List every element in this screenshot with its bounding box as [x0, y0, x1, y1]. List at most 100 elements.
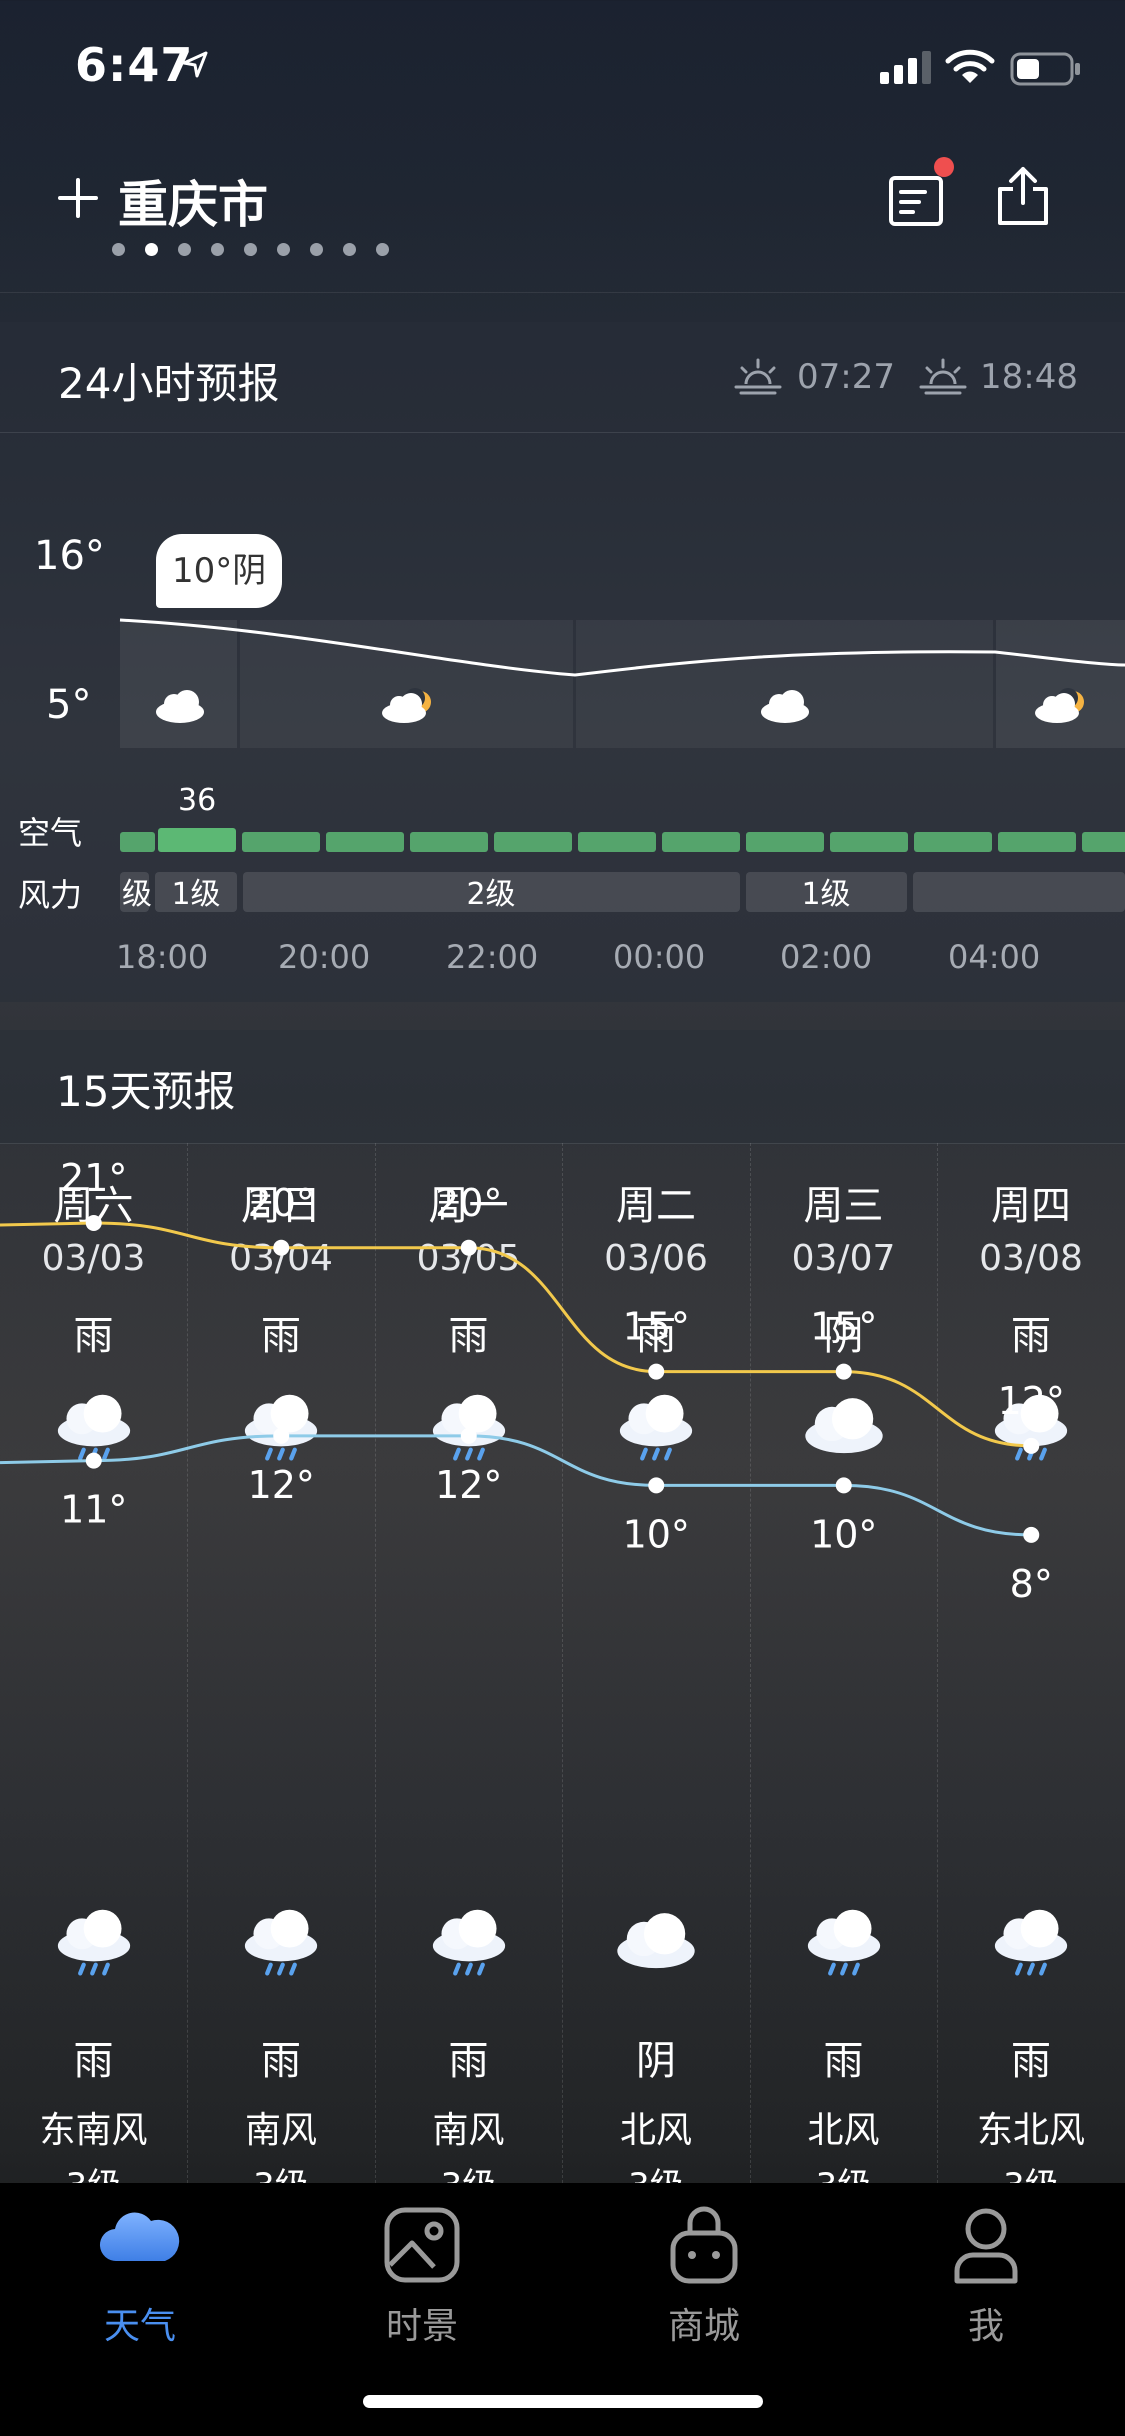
hourly-block-1	[120, 620, 237, 748]
cloud-icon	[99, 2212, 180, 2262]
page-dot[interactable]	[145, 243, 158, 256]
wifi-icon	[945, 49, 995, 83]
page-dot[interactable]	[112, 243, 125, 256]
night-weather-icon	[0, 1908, 187, 1982]
sunrise-icon	[734, 358, 782, 395]
page-dot[interactable]	[178, 243, 191, 256]
aqi-bar	[158, 828, 236, 852]
night-condition: 阴	[636, 2038, 676, 2084]
add-city-icon[interactable]	[58, 178, 98, 218]
low-temp-label: 10°	[810, 1512, 877, 1556]
page-dot[interactable]	[244, 243, 257, 256]
daily-forecast-title: 15天预报	[56, 1067, 236, 1116]
hourly-block-3	[576, 620, 993, 748]
news-icon[interactable]	[888, 172, 944, 228]
cloud-icon	[617, 1913, 695, 1969]
page-indicator[interactable]	[112, 243, 389, 257]
hour-label: 20:00	[278, 938, 371, 976]
signal-icon	[880, 51, 931, 84]
aqi-bar	[914, 832, 992, 852]
rain-cloud-icon	[57, 1909, 130, 1976]
night-condition: 雨	[261, 2038, 301, 2084]
hourly-temperature-chart[interactable]	[0, 600, 1125, 750]
low-temp-label: 11°	[60, 1488, 127, 1532]
hour-label: 22:00	[446, 938, 539, 976]
low-temp-point	[1023, 1526, 1040, 1543]
hour-label: 00:00	[613, 938, 706, 976]
page-dot[interactable]	[376, 243, 389, 256]
aqi-bar	[326, 832, 404, 852]
page-dot[interactable]	[343, 243, 356, 256]
aqi-bar	[1082, 832, 1125, 852]
aqi-bar	[494, 832, 572, 852]
aqi-value: 36	[178, 783, 217, 818]
high-temp-point	[835, 1363, 852, 1380]
hour-label: 18:00	[116, 938, 209, 976]
night-weather-icon	[938, 1908, 1125, 1982]
tab-shop-label: 商城	[667, 2306, 740, 2347]
hour-label: 04:00	[948, 938, 1041, 976]
battery-icon	[1010, 52, 1080, 86]
wind-direction: 东北风	[976, 2110, 1085, 2151]
hourly-forecast-title: 24小时预报	[58, 359, 280, 408]
night-weather-icon	[563, 1908, 750, 1970]
page-dot[interactable]	[211, 243, 224, 256]
aqi-bar	[120, 832, 155, 852]
aqi-bar	[662, 832, 740, 852]
high-temp-point	[460, 1239, 477, 1256]
wind-direction: 东南风	[39, 2110, 148, 2151]
aqi-bar	[830, 832, 908, 852]
hour-label: 02:00	[780, 938, 873, 976]
hourly-temp-high-label: 16°	[34, 533, 105, 579]
current-temp-bubble: 10°阴	[156, 534, 283, 608]
daily-temperature-chart: 21° 20° 20° 15° 15° 12° 11° 12° 12° 10° 10° 8°	[0, 1156, 1065, 1606]
wind-segment-label: 级	[122, 877, 152, 912]
sunset-time: 18:48	[980, 357, 1078, 397]
aqi-bar	[242, 832, 320, 852]
photo-icon	[384, 2207, 460, 2283]
location-arrow-icon	[182, 51, 208, 78]
low-temp-label: 10°	[623, 1512, 690, 1556]
status-time: 6:47	[75, 38, 194, 92]
low-temp-point	[835, 1477, 852, 1494]
aqi-bar-strip	[120, 828, 1125, 852]
city-name[interactable]: 重庆市	[118, 165, 268, 237]
night-weather-icon	[188, 1908, 375, 1982]
shopping-bag-icon	[670, 2206, 738, 2284]
wind-segment-label: 1级	[801, 877, 850, 912]
low-temp-point	[85, 1452, 102, 1469]
wind-segment-label: 2级	[466, 877, 515, 912]
high-temp-label: 12°	[998, 1379, 1065, 1423]
high-temp-point	[1023, 1437, 1040, 1454]
share-icon[interactable]	[995, 165, 1051, 227]
night-weather-icon	[375, 1908, 562, 1982]
aqi-bar	[578, 832, 656, 852]
wind-direction: 南风	[432, 2110, 505, 2151]
home-indicator[interactable]	[363, 2395, 763, 2408]
notification-badge	[934, 157, 954, 177]
rain-cloud-icon	[994, 1909, 1068, 1976]
tab-weather-label: 天气	[103, 2306, 176, 2347]
night-condition: 雨	[73, 2038, 114, 2084]
rain-cloud-icon	[807, 1909, 880, 1976]
sunrise-time: 07:27	[797, 357, 895, 397]
high-temp-label: 15°	[623, 1305, 690, 1349]
wind-direction: 北风	[619, 2110, 692, 2151]
aqi-bar	[746, 832, 824, 852]
high-temp-label: 15°	[810, 1305, 877, 1349]
high-temp-point	[648, 1363, 665, 1380]
rain-cloud-icon	[244, 1909, 318, 1976]
sunset-icon	[919, 358, 967, 395]
high-temp-label: 21°	[60, 1156, 127, 1200]
page-dot[interactable]	[277, 243, 290, 256]
hourly-time-axis: 18:00 20:00 22:00 00:00 02:00 04:00	[0, 938, 1125, 982]
high-temp-label: 20°	[435, 1181, 502, 1225]
low-temp-label: 8°	[1010, 1562, 1053, 1606]
aqi-bar	[410, 832, 488, 852]
night-condition: 雨	[448, 2038, 489, 2084]
person-icon	[954, 2208, 1018, 2284]
page-dot[interactable]	[310, 243, 323, 256]
low-temp-point	[273, 1427, 290, 1444]
scrolled-content-edge	[0, 262, 1125, 293]
wind-level-strip: 级 1级 2级 1级	[120, 872, 1125, 912]
